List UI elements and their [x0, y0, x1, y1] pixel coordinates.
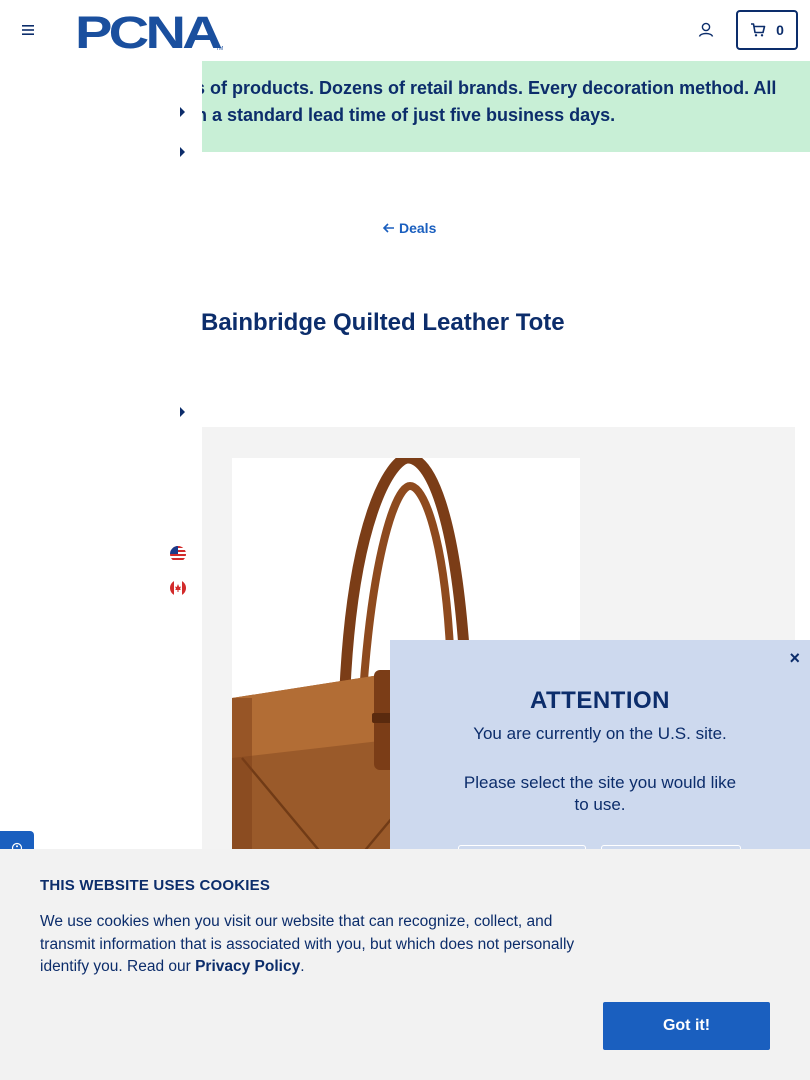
- site-header: PCNA TM 0: [0, 0, 810, 61]
- cookie-period: .: [300, 958, 305, 975]
- svg-text:TM: TM: [216, 46, 223, 52]
- caret-right-icon[interactable]: [180, 107, 185, 117]
- cart-count: 0: [776, 22, 784, 38]
- promo-line-2: th a standard lead time of just five bus…: [202, 105, 616, 125]
- hamburger-menu-icon[interactable]: [20, 22, 36, 38]
- product-title: Bainbridge Quilted Leather Tote: [201, 309, 565, 336]
- caret-right-icon[interactable]: [180, 147, 185, 157]
- cookie-banner: THIS WEBSITE USES COOKIES We use cookies…: [0, 849, 810, 1080]
- privacy-policy-link[interactable]: Privacy Policy: [195, 958, 300, 975]
- pcna-logo[interactable]: PCNA TM: [75, 10, 225, 52]
- attention-current-site-text: You are currently on the U.S. site.: [473, 724, 727, 743]
- cookie-body-text: We use cookies when you visit our websit…: [40, 913, 575, 975]
- close-icon[interactable]: ×: [789, 648, 800, 669]
- back-link-label: Deals: [399, 220, 437, 236]
- cart-button[interactable]: 0: [736, 10, 798, 50]
- svg-text:PCNA: PCNA: [75, 10, 222, 52]
- promo-banner: ls of products. Dozens of retail brands.…: [202, 61, 810, 152]
- back-to-deals-link[interactable]: Deals: [382, 220, 436, 236]
- promo-text: ls of products. Dozens of retail brands.…: [202, 75, 800, 129]
- promo-line-1: ls of products. Dozens of retail brands.…: [202, 78, 777, 98]
- cart-icon: [751, 23, 766, 37]
- canada-flag-icon[interactable]: [170, 580, 186, 596]
- us-flag-icon[interactable]: [170, 546, 186, 562]
- account-icon[interactable]: [696, 20, 716, 40]
- arrow-left-icon: [382, 223, 394, 233]
- cookie-title: THIS WEBSITE USES COOKIES: [40, 877, 271, 894]
- attention-title: ATTENTION: [529, 687, 671, 714]
- cookie-text: We use cookies when you visit our websit…: [40, 911, 610, 979]
- attention-prompt-text: Please select the site you would like to…: [463, 773, 737, 814]
- caret-right-icon[interactable]: [180, 407, 185, 417]
- accept-cookies-button[interactable]: Got it!: [603, 1002, 770, 1050]
